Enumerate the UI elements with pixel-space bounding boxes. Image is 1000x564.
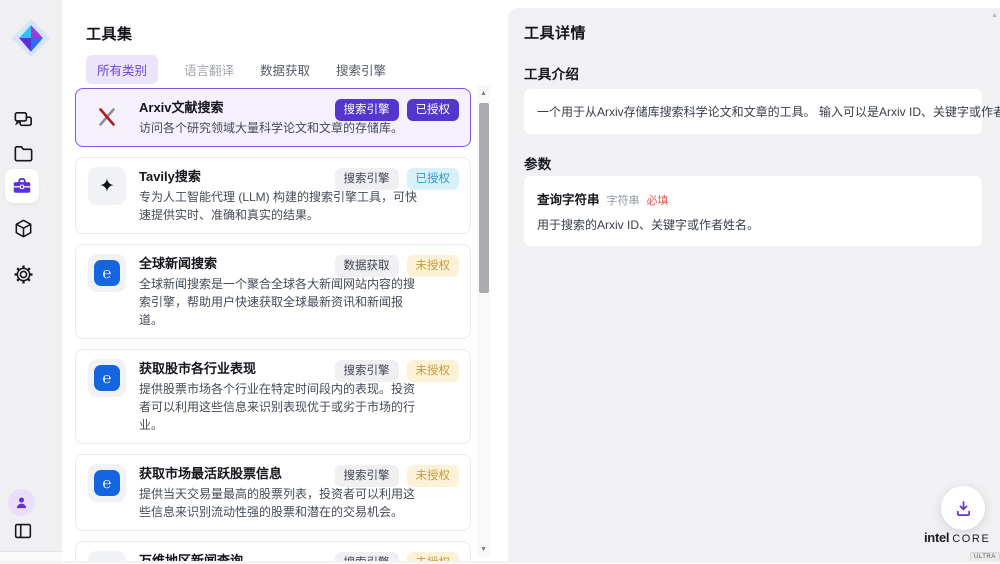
tool-desc: 访问各个研究领域大量科学论文和文章的存储库。 [139, 119, 403, 137]
tool-badges: 搜索引擎 已授权 [335, 168, 460, 190]
tool-badges: 搜索引擎 未授权 [335, 465, 460, 487]
scrollbar-thumb[interactable] [479, 103, 489, 293]
intro-box: 一个用于从Arxiv存储库搜索科学论文和文章的工具。 输入可以是Arxiv ID… [524, 89, 982, 134]
tool-badges: 数据获取 未授权 [335, 255, 460, 277]
category-badge: 数据获取 [335, 255, 399, 277]
news-search-icon: ℮ [94, 365, 120, 391]
auth-status-badge: 未授权 [407, 360, 460, 382]
tool-card[interactable]: ✦ ℮ Tavily搜索 专为人工智能代理 (LLM) 构建的搜索引擎工具，可快… [75, 157, 471, 234]
chat-icon[interactable] [11, 108, 35, 132]
tool-card[interactable]: ✦ ℮ Arxiv文献搜索 访问各个研究领域大量科学论文和文章的存储库。 搜索引… [75, 88, 471, 147]
category-badge: 搜索引擎 [335, 168, 399, 190]
arxiv-x-icon [95, 105, 119, 129]
tool-card-list: ✦ ℮ Arxiv文献搜索 访问各个研究领域大量科学论文和文章的存储库。 搜索引… [75, 88, 471, 563]
scroll-down-arrow[interactable]: ▼ [477, 542, 490, 556]
sidebar-rail [0, 0, 62, 551]
detail-title: 工具详情 [524, 22, 586, 43]
intel-core-logo: intel CORE ULTRA [924, 530, 994, 563]
core-wordmark: CORE [952, 533, 990, 545]
user-avatar[interactable] [8, 489, 35, 516]
tool-detail-panel: 工具详情 工具介绍 一个用于从Arxiv存储库搜索科学论文和文章的工具。 输入可… [508, 8, 1000, 563]
category-tabs: 所有类别 语言翻译 数据获取 搜索引擎 [86, 55, 386, 84]
tool-desc: 全球新闻搜索是一个聚合全球各大新闻网站内容的搜索引擎，帮助用户快速获取全球最新资… [139, 275, 421, 329]
tool-desc: 专为人工智能代理 (LLM) 构建的搜索引擎工具，可快速提供实时、准确和真实的结… [139, 188, 421, 224]
category-badge: 搜索引擎 [335, 360, 399, 382]
tool-badges: 搜索引擎 未授权 [335, 360, 460, 382]
tool-icon: ✦ ℮ [88, 359, 126, 397]
category-badge: 搜索引擎 [335, 99, 399, 121]
auth-status-badge: 已授权 [407, 99, 460, 121]
intel-wordmark: intel [924, 530, 949, 545]
tool-desc: 提供当天交易量最高的股票列表，投资者可以利用这些信息来识别流动性强的股票和潜在的… [139, 485, 421, 521]
folder-icon[interactable] [11, 141, 35, 165]
category-badge: 搜索引擎 [335, 465, 399, 487]
scroll-up-arrow[interactable]: ▲ [477, 86, 490, 100]
toolset-title: 工具集 [86, 23, 133, 44]
tool-card[interactable]: ✦ ℮ 万维地区新闻查询 查询具体行政区划内的新闻，快速了解各地新闻动 搜索引擎… [75, 541, 471, 563]
intro-heading: 工具介绍 [524, 63, 579, 83]
auth-status-badge: 未授权 [407, 255, 460, 277]
tool-badges: 搜索引擎 已授权 [335, 99, 460, 121]
tool-card[interactable]: ✦ ℮ 全球新闻搜索 全球新闻搜索是一个聚合全球各大新闻网站内容的搜索引擎，帮助… [75, 244, 471, 339]
tool-icon: ✦ ℮ [88, 464, 126, 502]
tool-icon: ✦ ℮ [88, 167, 126, 205]
auth-status-badge: 未授权 [407, 465, 460, 487]
tool-desc: 提供股票市场各个行业在特定时间段内的表现。投资者可以利用这些信息来识别表现优于或… [139, 380, 421, 434]
list-scrollbar[interactable]: ▲ ▼ [477, 85, 490, 557]
package-icon[interactable] [11, 216, 35, 240]
tool-icon: ✦ ℮ [88, 98, 126, 136]
category-tab[interactable]: 搜索引擎 [336, 60, 386, 79]
params-heading: 参数 [524, 153, 552, 173]
category-tab[interactable]: 数据获取 [260, 60, 310, 79]
toolset-panel: 工具集 所有类别语言翻译数据获取搜索引擎 ✦ ℮ [62, 8, 503, 563]
news-search-icon: ℮ [94, 470, 120, 496]
tool-card[interactable]: ✦ ℮ 获取市场最活跃股票信息 提供当天交易量最高的股票列表，投资者可以利用这些… [75, 454, 471, 531]
param-type: 字符串 [607, 192, 640, 208]
detail-scroll-up-arrow[interactable]: ▲ [991, 12, 998, 19]
category-tab[interactable]: 语言翻译 [184, 60, 234, 79]
param-desc: 用于搜索的Arxiv ID、关键字或作者姓名。 [537, 216, 969, 233]
toolbox-icon-active[interactable] [5, 169, 39, 203]
tool-icon: ✦ ℮ [88, 254, 126, 292]
download-button[interactable] [941, 486, 985, 530]
settings-gear-icon[interactable] [11, 262, 35, 286]
sparkle-icon: ✦ [99, 177, 115, 196]
intro-text: 一个用于从Arxiv存储库搜索科学论文和文章的工具。 输入可以是Arxiv ID… [537, 103, 969, 120]
param-box: 查询字符串 字符串 必填 用于搜索的Arxiv ID、关键字或作者姓名。 [524, 176, 982, 246]
category-tab[interactable]: 所有类别 [86, 55, 158, 84]
download-icon [953, 498, 974, 519]
param-name: 查询字符串 [537, 189, 600, 208]
tool-card[interactable]: ✦ ℮ 获取股市各行业表现 提供股票市场各个行业在特定时间段内的表现。投资者可以… [75, 349, 471, 444]
news-search-icon: ℮ [94, 260, 120, 286]
collapse-panel-icon[interactable] [11, 519, 35, 543]
param-required-flag: 必填 [647, 192, 669, 208]
app-logo-icon [9, 16, 53, 60]
auth-status-badge: 已授权 [407, 168, 460, 190]
